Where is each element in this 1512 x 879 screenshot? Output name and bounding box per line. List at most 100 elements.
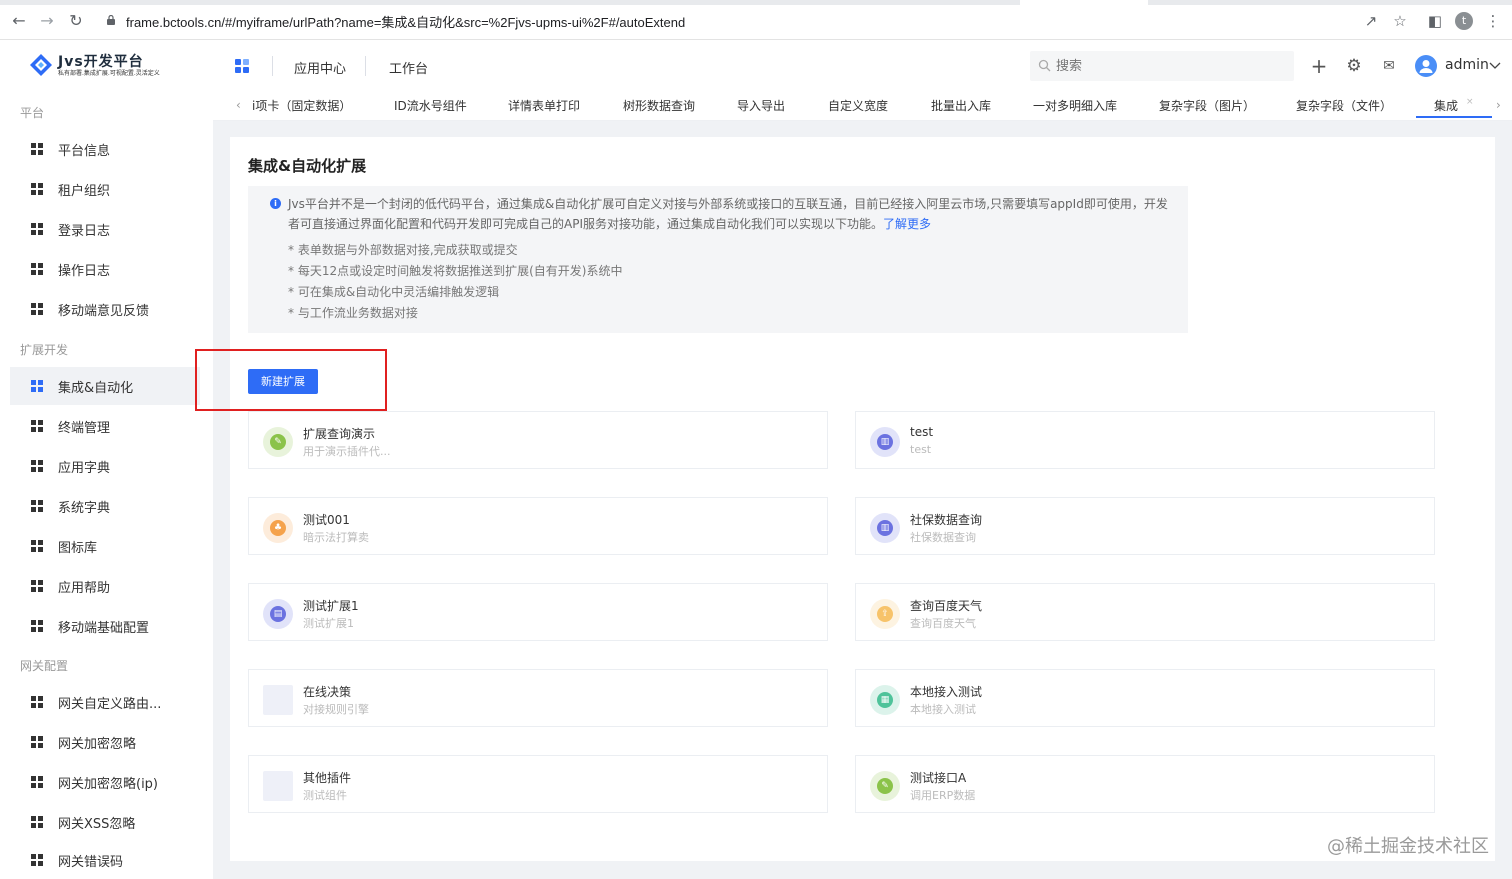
sidebar-item-active[interactable]: 集成&自动化: [10, 367, 200, 405]
logo-subtitle: 私有部署.集成扩展.可视配置.灵活定义: [58, 70, 160, 77]
sidebar-group-title: 平台: [20, 106, 45, 120]
back-icon[interactable]: ←: [10, 12, 28, 30]
extension-card[interactable]: ⇪ 查询百度天气 查询百度天气: [855, 583, 1435, 641]
card-icon-bg: ♣: [263, 513, 293, 543]
extension-card[interactable]: 在线决策 对接规则引擎: [248, 669, 828, 727]
card-desc: 测试扩展1: [303, 617, 354, 630]
sidebar-item[interactable]: 操作日志: [10, 250, 200, 288]
info-bullet: * 表单数据与外部数据对接,完成获取或提交: [288, 243, 518, 257]
sidebar-item[interactable]: 应用帮助: [10, 567, 200, 605]
sidebar-item[interactable]: 登录日志: [10, 210, 200, 248]
tab-item[interactable]: 批量出入库: [931, 97, 991, 114]
user-name[interactable]: admin: [1445, 57, 1489, 73]
profile-icon[interactable]: t: [1455, 12, 1473, 30]
tab-item[interactable]: 复杂字段（图片）: [1159, 97, 1255, 114]
grid-icon: [31, 854, 43, 866]
sidebar-item[interactable]: 网关XSS忽略: [10, 803, 200, 841]
card-icon-bg: [263, 771, 293, 801]
tab-active-indicator: [1416, 116, 1492, 118]
extension-card[interactable]: 其他插件 测试组件: [248, 755, 828, 813]
apps-icon[interactable]: [234, 58, 250, 74]
sidebar-item[interactable]: 应用字典: [10, 447, 200, 485]
chat-icon: ✎: [877, 778, 893, 794]
highlight-box: [195, 349, 387, 411]
card-name: 扩展查询演示: [303, 427, 376, 441]
reload-icon[interactable]: ↻: [67, 12, 85, 30]
card-icon-bg: ✎: [870, 771, 900, 801]
grid-icon: [31, 223, 43, 235]
nav-workbench[interactable]: 工作台: [389, 58, 428, 77]
sidebar-item[interactable]: 网关加密忽略(ip): [10, 763, 200, 801]
card-name: 本地接入测试: [910, 685, 983, 699]
browser-tabstrip: [0, 0, 1512, 5]
chart-icon: ▥: [877, 520, 893, 536]
sidebar-item[interactable]: 图标库: [10, 527, 200, 565]
grid-icon: [31, 263, 43, 275]
sidebar-item[interactable]: 网关错误码: [10, 841, 200, 879]
sidebar-item[interactable]: 移动端基础配置: [10, 607, 200, 645]
info-text: Jvs平台并不是一个封闭的低代码平台，通过集成&自动化扩展可自定义对接与外部系统…: [288, 194, 1168, 234]
extension-card[interactable]: ✎ 扩展查询演示 用于演示插件代...: [248, 411, 828, 469]
sidebar-item-label: 平台信息: [58, 144, 111, 159]
sidebar-group-title: 扩展开发: [20, 343, 69, 357]
learn-more-link[interactable]: 了解更多: [883, 217, 931, 231]
sidebar-item-label: 应用字典: [58, 461, 111, 476]
tab-item[interactable]: 自定义宽度: [828, 97, 888, 114]
grid-icon: [31, 736, 43, 748]
extension-card[interactable]: ♣ 测试001 暗示法打算卖: [248, 497, 828, 555]
tab-active[interactable]: 集成: [1434, 97, 1458, 114]
search-input[interactable]: [1056, 51, 1286, 81]
info-bullet: * 可在集成&自动化中灵活编排触发逻辑: [288, 285, 500, 299]
message-icon[interactable]: ✉: [1380, 57, 1398, 75]
card-desc: 调用ERP数据: [910, 789, 976, 802]
extension-card[interactable]: ▤ 测试扩展1 测试扩展1: [248, 583, 828, 641]
sidebar-item[interactable]: 终端管理: [10, 407, 200, 445]
tab-item[interactable]: 详情表单打印: [508, 97, 580, 114]
star-icon[interactable]: ☆: [1391, 12, 1409, 30]
card-name: 测试扩展1: [303, 599, 359, 613]
extension-card[interactable]: ▦ 本地接入测试 本地接入测试: [855, 669, 1435, 727]
sidebar-item-label: 系统字典: [58, 501, 111, 516]
lock-icon[interactable]: [106, 15, 116, 25]
card-desc: 对接规则引擎: [303, 703, 369, 716]
tab-item[interactable]: 一对多明细入库: [1033, 97, 1117, 114]
sidebar-item[interactable]: 租户组织: [10, 170, 200, 208]
card-icon-bg: ▦: [870, 685, 900, 715]
chevron-down-icon[interactable]: [1489, 62, 1501, 70]
info-description: Jvs平台并不是一个封闭的低代码平台，通过集成&自动化扩展可自定义对接与外部系统…: [288, 197, 1168, 231]
tab-item[interactable]: ID流水号组件: [394, 97, 467, 114]
tab-scroll-right-icon[interactable]: ›: [1496, 98, 1501, 112]
settings-icon[interactable]: ⚙: [1345, 57, 1363, 75]
sidebar-item[interactable]: 网关自定义路由...: [10, 683, 200, 721]
card-name: 查询百度天气: [910, 599, 983, 613]
card-icon-bg: ⇪: [870, 599, 900, 629]
tab-close-icon[interactable]: ×: [1466, 97, 1474, 107]
sidebar-item[interactable]: 平台信息: [10, 130, 200, 168]
tab-item[interactable]: 导入导出: [737, 97, 785, 114]
chat-icon: ✎: [270, 434, 286, 450]
sidebar-item[interactable]: 移动端意见反馈: [10, 290, 200, 328]
sidepanel-icon[interactable]: ◧: [1426, 12, 1444, 30]
extension-card[interactable]: ▥ test test: [855, 411, 1435, 469]
share-icon[interactable]: ↗: [1362, 12, 1380, 30]
nav-app-center[interactable]: 应用中心: [294, 58, 346, 77]
sidebar-item-label: 操作日志: [58, 264, 111, 279]
sidebar-item[interactable]: 网关加密忽略: [10, 723, 200, 761]
forward-icon[interactable]: →: [38, 12, 56, 30]
grid-icon: [31, 460, 43, 472]
avatar-icon[interactable]: [1415, 55, 1437, 77]
tab-scroll-left-icon[interactable]: ‹: [236, 98, 241, 112]
sidebar-item-label: 网关XSS忽略: [58, 817, 136, 832]
plus-icon[interactable]: +: [1310, 56, 1328, 76]
tab-item[interactable]: i项卡（固定数据）: [252, 97, 351, 114]
grid-icon: [31, 620, 43, 632]
menu-icon[interactable]: ⋮: [1484, 12, 1502, 30]
extension-card[interactable]: ▥ 社保数据查询 社保数据查询: [855, 497, 1435, 555]
extension-card[interactable]: ✎ 测试接口A 调用ERP数据: [855, 755, 1435, 813]
tab-item[interactable]: 复杂字段（文件）: [1296, 97, 1392, 114]
address-bar[interactable]: frame.bctools.cn/#/myiframe/urlPath?name…: [126, 12, 685, 31]
sidebar-item-label: 登录日志: [58, 224, 111, 239]
search-box: [1030, 51, 1294, 81]
sidebar-item[interactable]: 系统字典: [10, 487, 200, 525]
tab-item[interactable]: 树形数据查询: [623, 97, 695, 114]
